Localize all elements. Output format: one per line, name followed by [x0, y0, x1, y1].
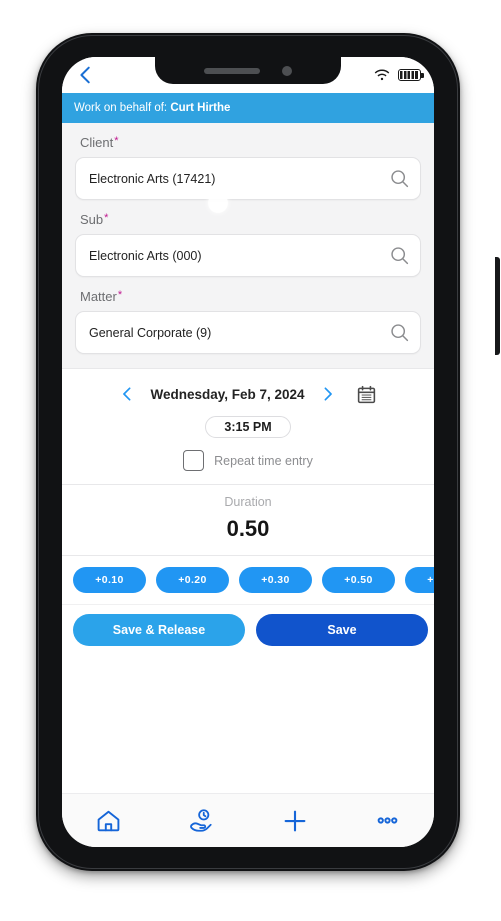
repeat-time-entry-row: Repeat time entry	[72, 450, 424, 471]
phone-screen: Work on behalf of: Curt Hirthe Client* E…	[62, 57, 434, 847]
time-row: 3:15 PM	[72, 416, 424, 438]
action-button-row: Save & Release Save	[62, 604, 434, 655]
save-and-release-button[interactable]: Save & Release	[73, 614, 245, 646]
date-navigator: Wednesday, Feb 7, 2024	[72, 383, 424, 405]
save-button[interactable]: Save	[256, 614, 428, 646]
search-icon[interactable]	[389, 245, 410, 266]
matter-input[interactable]: General Corporate (9)	[75, 311, 421, 354]
duration-increment-row[interactable]: +0.10 +0.20 +0.30 +0.50 +1.00	[62, 556, 434, 604]
search-icon[interactable]	[389, 322, 410, 343]
battery-level	[400, 71, 419, 79]
home-icon	[97, 810, 120, 832]
duration-section: Duration 0.50	[62, 484, 434, 556]
wifi-icon	[374, 69, 390, 80]
calendar-icon[interactable]	[356, 384, 377, 405]
increment-button-0.20[interactable]: +0.20	[156, 567, 229, 593]
tab-home[interactable]	[62, 794, 155, 847]
increment-button-0.10[interactable]: +0.10	[73, 567, 146, 593]
field-sub: Sub* Electronic Arts (000)	[75, 212, 421, 277]
chevron-left-icon[interactable]	[119, 383, 136, 405]
status-indicators	[374, 69, 424, 82]
required-asterisk: *	[117, 289, 123, 301]
required-asterisk: *	[104, 212, 109, 224]
increment-button-0.30[interactable]: +0.30	[239, 567, 312, 593]
back-chevron-icon[interactable]	[75, 64, 97, 86]
duration-label: Duration	[224, 495, 272, 509]
repeat-time-entry-checkbox[interactable]	[183, 450, 205, 471]
more-dots-icon	[377, 817, 398, 824]
sub-value: Electronic Arts (000)	[89, 248, 202, 263]
form-area: Client* Electronic Arts (17421) Sub* Ele…	[62, 123, 434, 368]
increment-button-0.50[interactable]: +0.50	[322, 567, 395, 593]
tab-time-entry[interactable]	[155, 794, 248, 847]
duration-value[interactable]: 0.50	[62, 516, 434, 542]
selected-date[interactable]: Wednesday, Feb 7, 2024	[150, 387, 304, 402]
sub-label-text: Sub	[80, 212, 104, 227]
client-value: Electronic Arts (17421)	[89, 171, 216, 186]
work-on-behalf-banner: Work on behalf of: Curt Hirthe	[62, 93, 434, 123]
behalf-prefix: Work on behalf of:	[74, 102, 168, 114]
plus-icon	[284, 810, 305, 831]
field-client: Client* Electronic Arts (17421)	[75, 135, 421, 200]
behalf-name: Curt Hirthe	[170, 102, 231, 114]
client-label-text: Client	[80, 135, 114, 150]
required-asterisk: *	[114, 135, 119, 147]
date-section: Wednesday, Feb 7, 2024 3:15 PM Repeat ti…	[62, 368, 434, 484]
sub-label: Sub*	[80, 212, 421, 227]
scroll-body: Client* Electronic Arts (17421) Sub* Ele…	[62, 123, 434, 847]
battery-icon	[398, 69, 424, 81]
tab-add[interactable]	[248, 794, 341, 847]
matter-value: General Corporate (9)	[89, 325, 212, 340]
notch	[155, 57, 341, 84]
tab-more[interactable]	[341, 794, 434, 847]
earpiece-speaker	[204, 67, 260, 74]
increment-button-1.00[interactable]: +1.00	[405, 567, 434, 593]
time-picker[interactable]: 3:15 PM	[205, 416, 291, 438]
hand-clock-icon	[190, 809, 212, 832]
bottom-tab-bar	[62, 793, 434, 847]
matter-label: Matter*	[80, 289, 421, 304]
client-input[interactable]: Electronic Arts (17421)	[75, 157, 421, 200]
screenshot-stage: Work on behalf of: Curt Hirthe Client* E…	[0, 0, 501, 921]
repeat-time-entry-label: Repeat time entry	[214, 453, 313, 468]
matter-label-text: Matter	[80, 289, 117, 304]
sub-input[interactable]: Electronic Arts (000)	[75, 234, 421, 277]
chevron-right-icon[interactable]	[319, 383, 336, 405]
search-icon[interactable]	[389, 168, 410, 189]
front-camera	[282, 65, 292, 76]
client-label: Client*	[80, 135, 421, 150]
power-button[interactable]	[495, 257, 500, 355]
field-matter: Matter* General Corporate (9)	[75, 289, 421, 354]
